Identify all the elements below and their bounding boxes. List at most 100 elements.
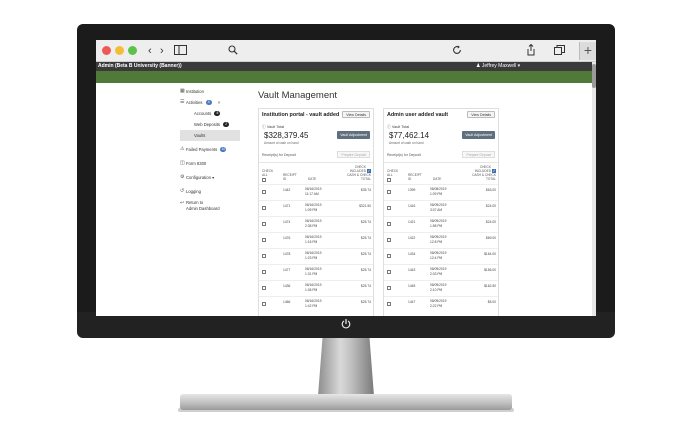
scrollbar-track[interactable]	[592, 62, 596, 316]
header-check-all: CHECK ALL	[387, 169, 399, 177]
row-date: 08/16/2019	[305, 187, 322, 191]
row-checkbox[interactable]	[387, 270, 391, 274]
sidebar: ▦ Institution ☰ Activities 4 ˄ Accounts …	[180, 86, 240, 212]
row-time: 1:36 PM	[305, 288, 318, 292]
row-checkbox[interactable]	[262, 190, 266, 194]
row-checkbox[interactable]	[387, 286, 391, 290]
row-total: $162.50	[484, 284, 496, 288]
table-row[interactable]: 1442 08/16/2019 11:17 AM $35.74	[259, 184, 373, 199]
table-row[interactable]: 1471 08/16/2019 1:09 PM $321.50	[259, 200, 373, 215]
table-row[interactable]: 1474 08/16/2019 2:38 PM $25.74	[259, 216, 373, 231]
share-icon[interactable]	[526, 44, 536, 56]
row-total: $35.74	[360, 188, 371, 192]
table-row[interactable]: 1421 08/09/2019 1:58 PM $24.00	[384, 216, 498, 231]
row-checkbox[interactable]	[387, 222, 391, 226]
table-row[interactable]: 1422 08/09/2019 12:8 PM $69.00	[384, 232, 498, 247]
check-all-checkbox[interactable]	[262, 178, 266, 182]
row-time: 1:42 PM	[305, 304, 318, 308]
monitor-stand-neck	[318, 338, 374, 396]
row-checkbox[interactable]	[387, 190, 391, 194]
table-row[interactable]: 1447 08/09/2019 2:22 PM $5.00	[384, 296, 498, 311]
header-receipt-id: RECEIPT ID	[283, 173, 297, 181]
vault-adjustment-button[interactable]: Vault Adjustment	[462, 131, 495, 139]
sidebar-item-form-8300[interactable]: ◫ Form 8300	[180, 158, 240, 169]
row-time: 3:07 AM	[430, 208, 443, 212]
row-time: 1:31 PM	[305, 272, 318, 276]
row-time: 1:23 PM	[305, 256, 318, 260]
forward-icon[interactable]: ›	[160, 43, 164, 59]
row-date: 08/09/2019	[430, 299, 447, 303]
divider	[259, 162, 373, 163]
view-details-button[interactable]: View Details	[467, 111, 495, 118]
row-checkbox[interactable]	[262, 302, 266, 306]
sidebar-item-institution[interactable]: ▦ Institution	[180, 86, 240, 97]
divider	[384, 162, 498, 163]
panel-title: Institution portal - vault added	[262, 112, 340, 118]
table-row[interactable]: 1476 08/16/2019 1:16 PM $25.74	[259, 232, 373, 247]
row-checkbox[interactable]	[387, 206, 391, 210]
row-checkbox[interactable]	[387, 302, 391, 306]
sidebar-toggle-icon[interactable]	[174, 45, 187, 55]
table-row[interactable]: 1436 08/16/2019 1:36 PM $25.74	[259, 280, 373, 295]
table-row[interactable]: 1478 08/16/2019 1:23 PM $25.74	[259, 248, 373, 263]
row-time: 11:17 AM	[305, 192, 319, 196]
maximize-window-button[interactable]	[128, 46, 137, 55]
check-all-checkbox[interactable]	[387, 178, 391, 182]
sidebar-subitem-accounts[interactable]: Accounts 8	[180, 108, 240, 119]
reload-icon[interactable]	[452, 45, 462, 55]
return-label-line1: Return to	[186, 200, 204, 205]
row-date: 08/09/2019	[430, 251, 447, 255]
minimize-window-button[interactable]	[115, 46, 124, 55]
vault-total-amount: $328,379.45	[264, 131, 309, 140]
row-checkbox[interactable]	[262, 238, 266, 242]
table-row[interactable]: 1445 08/09/2019 2:10 PM $162.50	[384, 280, 498, 295]
screen: ‹ › + Admin (Beta B University (Banner))…	[96, 40, 596, 316]
sidebar-item-logging[interactable]: ↺ Logging	[180, 186, 240, 197]
row-date: 08/16/2019	[305, 219, 322, 223]
prepare-deposit-button[interactable]: Prepare Deposit	[337, 151, 370, 158]
prepare-deposit-button[interactable]: Prepare Deposit	[462, 151, 495, 158]
scrollbar-thumb[interactable]	[592, 64, 596, 88]
table-row[interactable]: 1466 08/16/2019 1:42 PM $25.74	[259, 296, 373, 311]
row-checkbox[interactable]	[387, 254, 391, 258]
sidebar-item-activities[interactable]: ☰ Activities 4 ˄	[180, 97, 240, 108]
close-window-button[interactable]	[102, 46, 111, 55]
sidebar-item-failed-payments[interactable]: ⚠ Failed Payments 10	[180, 144, 240, 155]
row-checkbox[interactable]	[262, 206, 266, 210]
row-checkbox[interactable]	[262, 270, 266, 274]
table-row[interactable]: 1443 08/09/2019 2:03 PM $156.00	[384, 264, 498, 279]
vault-adjustment-button[interactable]: Vault Adjustment	[337, 131, 370, 139]
sidebar-item-configuration[interactable]: ⚙ Configuration ▾	[180, 172, 240, 183]
power-icon[interactable]	[340, 318, 352, 330]
user-menu[interactable]: ♟ Jeffrey Maxwell ▾	[476, 62, 520, 71]
row-date: 08/09/2019	[430, 283, 447, 287]
info-icon: ⓘ	[262, 125, 266, 129]
search-icon[interactable]	[228, 45, 238, 55]
table-row[interactable]: 1416 08/09/2019 3:07 AM $24.00	[384, 200, 498, 215]
chevron-up-icon[interactable]: ˄	[218, 100, 220, 105]
failed-payments-badge: 10	[220, 147, 227, 153]
row-total: $321.50	[359, 204, 371, 208]
chevron-down-icon[interactable]: ▾	[212, 175, 214, 180]
back-icon[interactable]: ‹	[148, 43, 152, 59]
sidebar-item-label: Failed Payments	[186, 147, 218, 152]
new-tab-button[interactable]: +	[579, 42, 596, 60]
row-total: $24.00	[485, 220, 496, 224]
table-row[interactable]: 1434 08/09/2019 12:4 PM $164.00	[384, 248, 498, 263]
row-checkbox[interactable]	[262, 286, 266, 290]
row-receipt-id: 1422	[408, 236, 416, 240]
vault-panel-institution: Institution portal - vault added View De…	[258, 108, 374, 316]
view-details-button[interactable]: View Details	[342, 111, 370, 118]
sidebar-subitem-vaults[interactable]: Vaults	[180, 130, 240, 141]
vault-total-caption: Amount of cash on hand	[264, 141, 299, 145]
table-row[interactable]: 1477 08/16/2019 1:31 PM $25.74	[259, 264, 373, 279]
tabs-icon[interactable]	[554, 45, 565, 55]
row-checkbox[interactable]	[262, 222, 266, 226]
table-row[interactable]: 1399 08/08/2019 1:09 PM $63.00	[384, 184, 498, 199]
sidebar-item-return-line2[interactable]: Admin Dashboard	[180, 206, 240, 212]
document-icon: ◫	[180, 160, 185, 166]
row-date: 08/16/2019	[305, 235, 322, 239]
sidebar-subitem-web-deposits[interactable]: Web Deposits 2	[180, 119, 240, 130]
row-checkbox[interactable]	[262, 254, 266, 258]
row-checkbox[interactable]	[387, 238, 391, 242]
